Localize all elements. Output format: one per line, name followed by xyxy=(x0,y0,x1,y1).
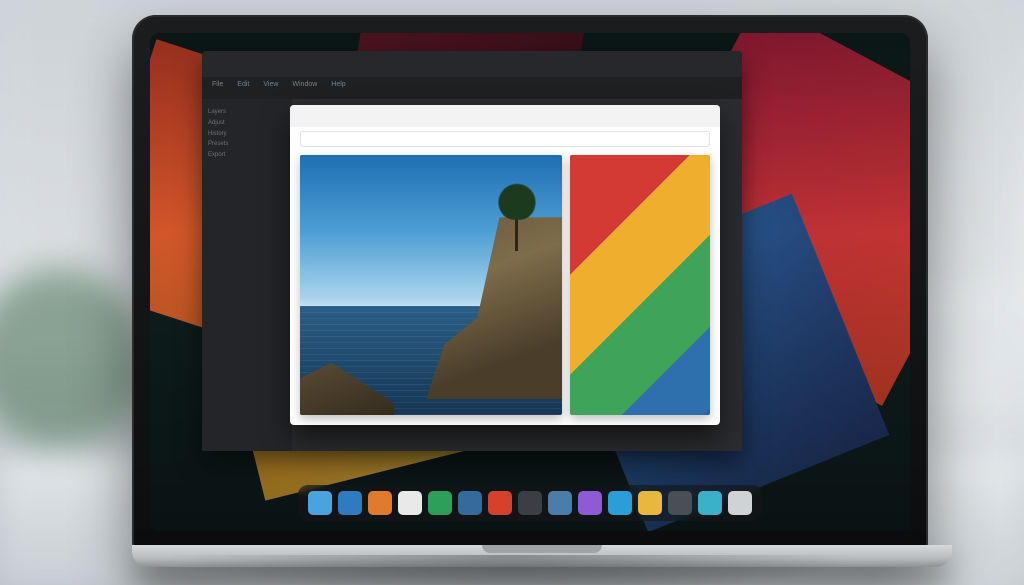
dock-app-1[interactable] xyxy=(308,491,332,515)
dock-app-8[interactable] xyxy=(518,491,542,515)
sidebar-item[interactable]: History xyxy=(208,129,298,140)
desk-reflection xyxy=(162,555,862,585)
sidebar-item[interactable]: Layers xyxy=(208,107,298,118)
menu-item[interactable]: View xyxy=(263,81,278,99)
sidebar-item[interactable]: Adjust xyxy=(208,118,298,129)
dock-app-11[interactable] xyxy=(608,491,632,515)
menu-item[interactable]: File xyxy=(212,81,223,99)
dock-app-7[interactable] xyxy=(488,491,512,515)
dock-app-14[interactable] xyxy=(698,491,722,515)
laptop-screen: File Edit View Window Help Layers Adjust… xyxy=(150,33,910,531)
dock-app-3[interactable] xyxy=(368,491,392,515)
laptop: File Edit View Window Help Layers Adjust… xyxy=(132,15,892,567)
editor-titlebar[interactable] xyxy=(202,51,742,77)
dock-app-10[interactable] xyxy=(578,491,602,515)
photo-side[interactable] xyxy=(570,155,710,415)
photo-window-titlebar[interactable] xyxy=(290,105,720,127)
scene-photo: File Edit View Window Help Layers Adjust… xyxy=(0,0,1024,585)
dock-app-13[interactable] xyxy=(668,491,692,515)
menu-item[interactable]: Help xyxy=(331,81,345,99)
menu-item[interactable]: Window xyxy=(292,81,317,99)
sidebar-item[interactable]: Export xyxy=(208,150,298,161)
photo-window[interactable] xyxy=(290,105,720,425)
menu-item[interactable]: Edit xyxy=(237,81,249,99)
dock-app-4[interactable] xyxy=(398,491,422,515)
dock-app-12[interactable] xyxy=(638,491,662,515)
dock-app-6[interactable] xyxy=(458,491,482,515)
dock-app-2[interactable] xyxy=(338,491,362,515)
laptop-lid: File Edit View Window Help Layers Adjust… xyxy=(132,15,928,549)
editor-sidebar[interactable]: Layers Adjust History Presets Export xyxy=(202,99,304,451)
sidebar-item[interactable]: Presets xyxy=(208,139,298,150)
laptop-notch xyxy=(482,545,602,553)
dock-app-5[interactable] xyxy=(428,491,452,515)
photo-row xyxy=(300,155,710,415)
dock-app-9[interactable] xyxy=(548,491,572,515)
photo-window-toolbar[interactable] xyxy=(300,131,710,147)
dock-app-15[interactable] xyxy=(728,491,752,515)
photo-main[interactable] xyxy=(300,155,562,415)
dock[interactable] xyxy=(298,485,762,521)
